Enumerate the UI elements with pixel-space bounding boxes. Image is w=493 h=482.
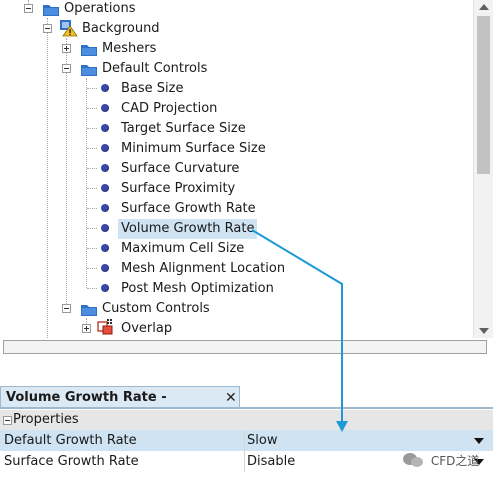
watermark: CFD之道 [402,452,479,469]
annotation-arrow [251,229,348,432]
watermark-text: CFD之道 [430,454,480,468]
wechat-icon [403,453,423,467]
